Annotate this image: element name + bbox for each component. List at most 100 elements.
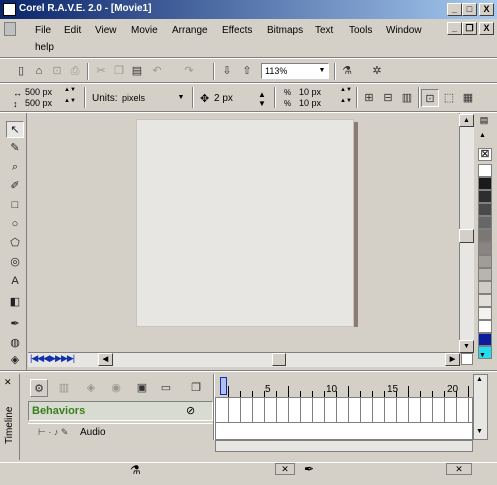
- menu-effects[interactable]: Effects: [222, 25, 252, 36]
- dup-y-spinner[interactable]: ▲▼: [340, 98, 352, 104]
- ellipse-tool-icon[interactable]: ○: [6, 216, 24, 233]
- redo-icon[interactable]: ↷: [180, 62, 198, 80]
- units-select[interactable]: pixels ▼: [119, 91, 187, 107]
- application-launcher-icon[interactable]: ⚗: [338, 62, 356, 80]
- horizontal-scroll-thumb[interactable]: [272, 353, 286, 366]
- scroll-left-icon[interactable]: ◀: [98, 353, 113, 366]
- fill-none-icon[interactable]: ✕: [446, 463, 472, 475]
- open-icon[interactable]: ⌂: [30, 62, 48, 80]
- menu-arrange[interactable]: Arrange: [172, 25, 208, 36]
- menu-movie[interactable]: Movie: [131, 25, 158, 36]
- palette-menu-icon[interactable]: ▤: [476, 115, 492, 129]
- outline-tool-icon[interactable]: ◍: [6, 335, 24, 352]
- fill-tool-icon[interactable]: ◈: [6, 352, 24, 369]
- delete-object-icon[interactable]: ▥: [55, 379, 73, 397]
- menu-window[interactable]: Window: [386, 25, 422, 36]
- playhead[interactable]: [220, 377, 227, 395]
- menu-bitmaps[interactable]: Bitmaps: [267, 25, 303, 36]
- doc-restore-button[interactable]: ❐: [462, 22, 477, 35]
- menu-edit[interactable]: Edit: [64, 25, 81, 36]
- undo-icon[interactable]: ↶: [148, 62, 166, 80]
- palette-scroll-up-icon[interactable]: ▲: [479, 132, 486, 139]
- color-swatch[interactable]: [478, 229, 492, 242]
- duplicate-x-value[interactable]: 10 px: [299, 87, 321, 97]
- close-docker-icon[interactable]: ✕: [4, 377, 14, 389]
- interactive-blend-icon[interactable]: ◧: [6, 294, 24, 311]
- last-frame-icon[interactable]: ▶|: [67, 353, 75, 363]
- color-swatch[interactable]: [478, 294, 492, 307]
- new-icon[interactable]: ▯: [12, 62, 30, 80]
- import-icon[interactable]: ⇩: [218, 62, 236, 80]
- app-icon[interactable]: [3, 3, 16, 16]
- view-manager-corner[interactable]: [461, 353, 473, 365]
- grid-icon[interactable]: ⊞: [360, 89, 378, 107]
- height-spinner[interactable]: ▲▼: [64, 98, 76, 104]
- chevron-down-icon[interactable]: ▼: [316, 64, 328, 78]
- nudge-value[interactable]: 2 px: [214, 93, 233, 104]
- menu-view[interactable]: View: [95, 25, 117, 36]
- copy-icon[interactable]: ❐: [110, 62, 128, 80]
- color-swatch[interactable]: [478, 333, 492, 346]
- nudge-spinner[interactable]: ▲ ▼: [258, 90, 266, 108]
- text-tool-icon[interactable]: A: [6, 273, 24, 290]
- freehand-tool-icon[interactable]: ✐: [6, 178, 24, 195]
- timeline-scroll-up-icon[interactable]: ▲: [476, 376, 483, 383]
- motion-icon[interactable]: ◉: [107, 379, 125, 397]
- zoom-tool-icon[interactable]: ⌕: [6, 159, 24, 176]
- corel-online-icon[interactable]: ✲: [368, 62, 386, 80]
- color-swatch[interactable]: [478, 177, 492, 190]
- outline-pen-icon[interactable]: ✒: [304, 462, 314, 476]
- menu-help[interactable]: help: [35, 42, 54, 53]
- scroll-down-icon[interactable]: ▼: [459, 340, 474, 353]
- color-swatch[interactable]: [478, 242, 492, 255]
- scroll-up-icon[interactable]: ▲: [459, 114, 474, 127]
- color-swatch[interactable]: [478, 164, 492, 177]
- insert-frame-icon[interactable]: ▣: [133, 379, 151, 397]
- page-height-value[interactable]: 500 px: [25, 98, 52, 108]
- chevron-down-icon[interactable]: ▼: [175, 91, 187, 107]
- doc-close-button[interactable]: X: [479, 22, 494, 35]
- menu-file[interactable]: File: [35, 25, 51, 36]
- page-width-value[interactable]: 500 px: [25, 87, 52, 97]
- movie-stage[interactable]: [136, 119, 354, 327]
- color-swatch[interactable]: [478, 268, 492, 281]
- zoom-select[interactable]: 113% ▼: [261, 63, 329, 79]
- save-icon[interactable]: ⊡: [48, 62, 66, 80]
- treat-as-filled-icon[interactable]: ⊡: [421, 89, 439, 107]
- no-fill-swatch[interactable]: ⊠: [478, 148, 492, 161]
- snap-icon[interactable]: ▥: [398, 89, 416, 107]
- tween-icon[interactable]: ◈: [82, 379, 100, 397]
- width-spinner[interactable]: ▲▼: [64, 87, 76, 93]
- color-swatch[interactable]: [478, 203, 492, 216]
- menu-text[interactable]: Text: [315, 25, 333, 36]
- color-swatch[interactable]: [478, 320, 492, 333]
- new-object-icon[interactable]: ⚙: [30, 379, 48, 397]
- guides-icon[interactable]: ⊟: [379, 89, 397, 107]
- duplicate-y-value[interactable]: 10 px: [299, 98, 321, 108]
- previous-frame-icon[interactable]: ◀◀: [37, 353, 50, 363]
- timeline-horizontal-scrollbar[interactable]: [215, 440, 473, 452]
- paste-icon[interactable]: ▤: [128, 62, 146, 80]
- menu-tools[interactable]: Tools: [349, 25, 372, 36]
- next-frame-icon[interactable]: ▶▶: [55, 353, 68, 363]
- pick-tool-icon[interactable]: ↖: [6, 121, 24, 138]
- cut-icon[interactable]: ✂: [92, 62, 110, 80]
- timeline-scroll-down-icon[interactable]: ▼: [476, 428, 483, 435]
- rectangle-tool-icon[interactable]: □: [6, 197, 24, 214]
- maximize-button[interactable]: □: [462, 3, 477, 16]
- color-swatch[interactable]: [478, 216, 492, 229]
- color-swatch[interactable]: [478, 255, 492, 268]
- minimize-button[interactable]: _: [447, 3, 462, 16]
- close-button[interactable]: X: [479, 3, 494, 16]
- layers-icon[interactable]: ❐: [187, 379, 205, 397]
- vertical-scroll-thumb[interactable]: [459, 229, 474, 243]
- spiral-tool-icon[interactable]: ◎: [6, 254, 24, 271]
- doc-minimize-button[interactable]: _: [447, 22, 462, 35]
- palette-scroll-down-icon[interactable]: ▼: [479, 352, 486, 359]
- dup-x-spinner[interactable]: ▲▼: [340, 87, 352, 93]
- shape-tool-icon[interactable]: ✎: [6, 140, 24, 157]
- scroll-right-icon[interactable]: ▶: [445, 353, 460, 366]
- print-icon[interactable]: ⎙: [66, 62, 84, 80]
- doc-icon[interactable]: [4, 22, 16, 36]
- options-icon[interactable]: ▦: [459, 89, 477, 107]
